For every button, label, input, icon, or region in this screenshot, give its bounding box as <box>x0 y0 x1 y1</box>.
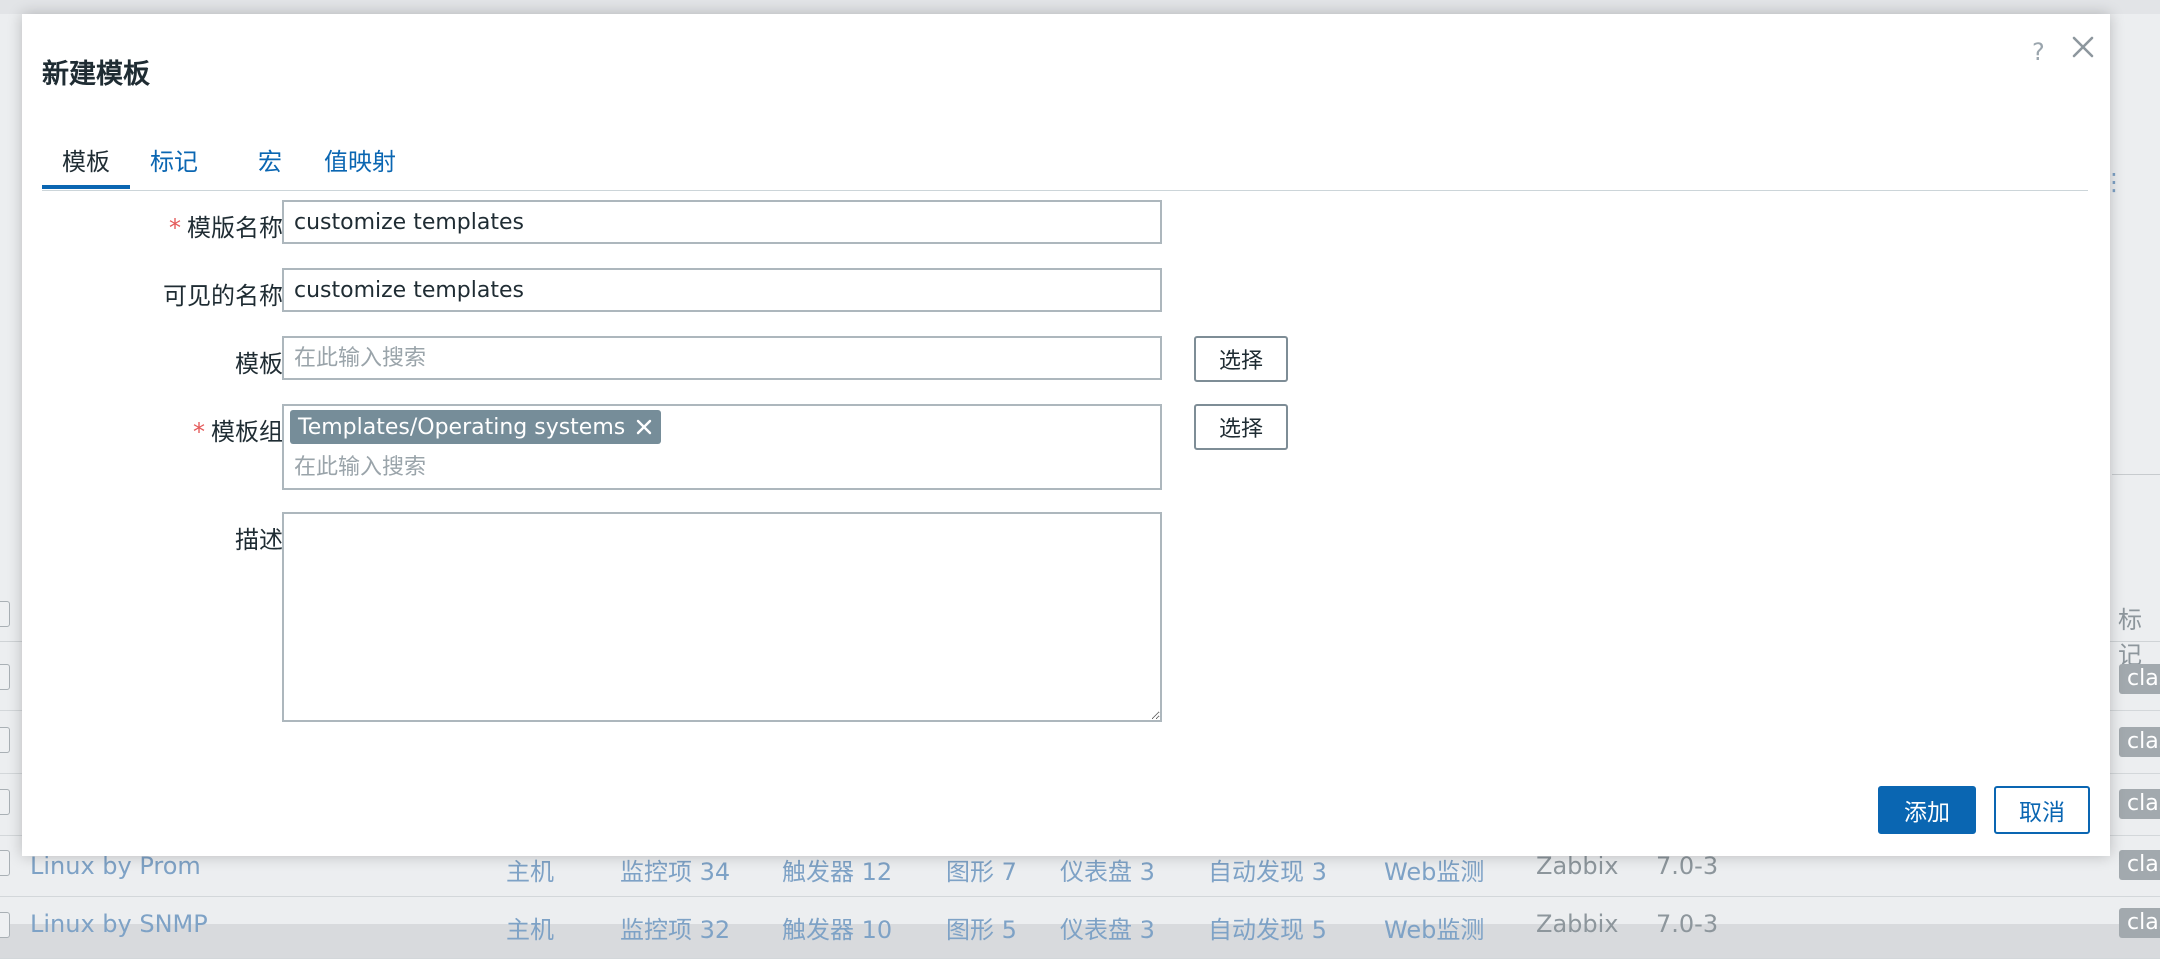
tab-bar: 模板 标记 宏 值映射 <box>42 126 2088 191</box>
remove-chip-icon[interactable] <box>635 418 653 436</box>
tab-macros[interactable]: 宏 <box>258 142 282 177</box>
template-name-link[interactable]: Linux by Prom <box>30 852 201 880</box>
template-groups-search-input[interactable] <box>294 450 994 484</box>
description-label: 描述 <box>235 526 283 554</box>
templates-label: 模板 <box>235 350 283 378</box>
visible-name-input[interactable] <box>282 268 1162 312</box>
template-name-input[interactable] <box>282 200 1162 244</box>
required-marker: * <box>193 418 205 446</box>
tag-badge: clas <box>2119 789 2160 819</box>
active-tab-indicator <box>42 185 130 189</box>
chip-label: Templates/Operating systems <box>298 414 626 440</box>
dashboards-link[interactable]: 仪表盘 3 <box>1060 852 1155 887</box>
description-textarea[interactable] <box>282 512 1162 722</box>
tag-badge: clas <box>2119 727 2160 757</box>
tab-tags[interactable]: 标记 <box>150 142 198 177</box>
background-topbar <box>0 0 2160 14</box>
background-divider <box>2112 474 2160 475</box>
row-checkbox[interactable] <box>0 727 10 753</box>
tag-badge: clas <box>2119 850 2160 880</box>
version-text: 7.0-3 <box>1656 852 1719 880</box>
select-all-checkbox[interactable] <box>0 601 10 627</box>
row-checkbox[interactable] <box>0 789 10 815</box>
table-row: Linux by SNMP 主机 监控项 32 触发器 10 图形 5 仪表盘 … <box>0 896 2160 959</box>
template-name-label: * 模版名称 <box>169 214 283 242</box>
row-checkbox[interactable] <box>0 664 10 690</box>
triggers-link[interactable]: 触发器 10 <box>782 910 892 945</box>
templates-search-input[interactable] <box>282 336 1162 380</box>
vendor-text: Zabbix <box>1536 852 1619 880</box>
web-link[interactable]: Web监测 <box>1384 852 1484 887</box>
web-link[interactable]: Web监测 <box>1384 910 1484 945</box>
tab-value-mapping[interactable]: 值映射 <box>324 142 396 177</box>
hosts-link[interactable]: 主机 <box>506 852 554 887</box>
template-group-chip: Templates/Operating systems <box>290 410 662 444</box>
tab-template[interactable]: 模板 <box>62 142 110 177</box>
required-marker: * <box>169 214 181 242</box>
graphs-link[interactable]: 图形 5 <box>946 910 1017 945</box>
visible-name-label: 可见的名称 <box>163 282 283 310</box>
template-name-link[interactable]: Linux by SNMP <box>30 910 208 938</box>
help-icon[interactable]: ? <box>2032 38 2045 66</box>
cancel-button[interactable]: 取消 <box>1994 786 2090 834</box>
row-checkbox[interactable] <box>0 850 10 876</box>
row-checkbox[interactable] <box>0 912 10 938</box>
vendor-text: Zabbix <box>1536 910 1619 938</box>
tag-badge: clas <box>2119 664 2160 694</box>
hosts-link[interactable]: 主机 <box>506 910 554 945</box>
dialog-title: 新建模板 <box>42 59 150 90</box>
close-icon[interactable] <box>2068 32 2098 62</box>
add-button[interactable]: 添加 <box>1878 786 1976 834</box>
discovery-link[interactable]: 自动发现 3 <box>1208 852 1327 887</box>
template-groups-select-button[interactable]: 选择 <box>1194 404 1288 450</box>
tag-badge: clas <box>2119 908 2160 938</box>
items-link[interactable]: 监控项 32 <box>620 910 730 945</box>
items-link[interactable]: 监控项 34 <box>620 852 730 887</box>
dashboards-link[interactable]: 仪表盘 3 <box>1060 910 1155 945</box>
triggers-link[interactable]: 触发器 12 <box>782 852 892 887</box>
template-groups-multiselect[interactable]: Templates/Operating systems <box>282 404 1162 490</box>
templates-select-button[interactable]: 选择 <box>1194 336 1288 382</box>
graphs-link[interactable]: 图形 7 <box>946 852 1017 887</box>
new-template-dialog: 新建模板 ? 模板 标记 宏 值映射 *模版名称 可见的名称 模板 选择 *模板… <box>22 14 2110 856</box>
version-text: 7.0-3 <box>1656 910 1719 938</box>
discovery-link[interactable]: 自动发现 5 <box>1208 910 1327 945</box>
template-groups-label: * 模板组 <box>193 418 283 446</box>
